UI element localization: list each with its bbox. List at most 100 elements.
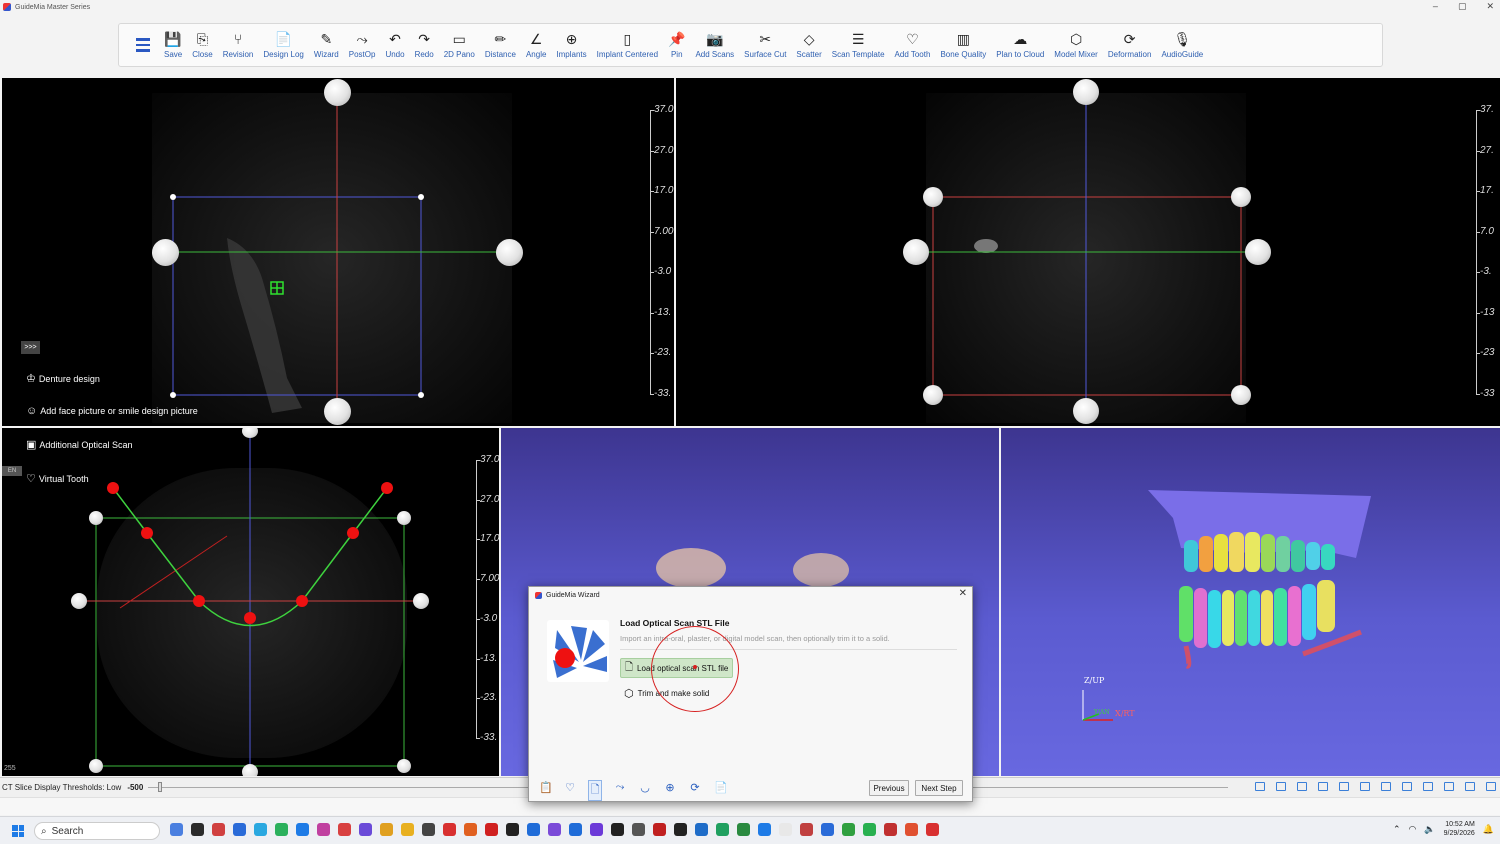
step-report-icon[interactable]: 📄 xyxy=(714,781,728,800)
taskbar-app-icon[interactable] xyxy=(884,823,897,836)
layout-icon[interactable] xyxy=(1255,782,1265,791)
axial-handle-bottom[interactable] xyxy=(242,764,258,776)
taskbar-app-icon[interactable] xyxy=(485,823,498,836)
layout-icon[interactable] xyxy=(1486,782,1496,791)
distance-button[interactable]: ✏ Distance xyxy=(480,25,521,65)
taskbar-search[interactable]: ⌕ Search xyxy=(34,822,160,840)
layout-icon[interactable] xyxy=(1444,782,1454,791)
viewport-coronal[interactable]: 37. 27. 17. 7.0 -3. -13 -23 -33 xyxy=(676,78,1500,426)
surface-cut-button[interactable]: ✂ Surface Cut xyxy=(739,25,791,65)
taskbar-app-icon[interactable] xyxy=(842,823,855,836)
taskbar-app-icon[interactable] xyxy=(548,823,561,836)
taskbar-app-icon[interactable] xyxy=(653,823,666,836)
design-log-button[interactable]: 📄 Design Log xyxy=(258,25,308,65)
step-clipboard-icon[interactable]: 📋 xyxy=(539,781,553,800)
bone-quality-button[interactable]: ▥ Bone Quality xyxy=(935,25,991,65)
taskbar-app-icon[interactable] xyxy=(590,823,603,836)
taskbar-app-icon[interactable] xyxy=(254,823,267,836)
taskbar-app-icon[interactable] xyxy=(905,823,918,836)
side-menu-expander[interactable]: >>> xyxy=(21,341,40,354)
taskbar-app-icon[interactable] xyxy=(422,823,435,836)
taskbar-app-icon[interactable] xyxy=(338,823,351,836)
taskbar-app-icon[interactable] xyxy=(317,823,330,836)
taskbar-app-icon[interactable] xyxy=(170,823,183,836)
axial-handle-right[interactable] xyxy=(413,593,429,609)
axial-corner-br[interactable] xyxy=(397,759,411,773)
next-step-button[interactable]: Next Step xyxy=(915,780,963,796)
model-mixer-button[interactable]: ⬡ Model Mixer xyxy=(1049,25,1103,65)
step-implant-icon[interactable]: ⊕ xyxy=(664,781,676,800)
taskbar-app-icon[interactable] xyxy=(779,823,792,836)
step-tooth-icon[interactable]: ♡ xyxy=(564,781,576,800)
taskbar-app-icon[interactable] xyxy=(758,823,771,836)
audioguide-button[interactable]: 🎙 AudioGuide xyxy=(1156,25,1208,65)
scatter-button[interactable]: ◇ Scatter xyxy=(791,25,826,65)
start-button-icon[interactable] xyxy=(12,825,24,837)
taskbar-app-icon[interactable] xyxy=(443,823,456,836)
taskbar-app-icon[interactable] xyxy=(212,823,225,836)
threshold-slider-handle[interactable] xyxy=(158,782,162,792)
taskbar-app-icon[interactable] xyxy=(464,823,477,836)
taskbar-app-icon[interactable] xyxy=(737,823,750,836)
layout-icon[interactable] xyxy=(1318,782,1328,791)
taskbar-app-icon[interactable] xyxy=(632,823,645,836)
layout-icon[interactable] xyxy=(1381,782,1391,791)
coronal-corner-tr[interactable] xyxy=(1231,187,1251,207)
taskbar-app-icon[interactable] xyxy=(191,823,204,836)
layout-icon[interactable] xyxy=(1339,782,1349,791)
viewport-sagittal[interactable]: 37.0 27.0 17.0 7.00 -3.0 -13. -23. -33. xyxy=(2,78,674,426)
layout-icon[interactable] xyxy=(1360,782,1370,791)
coronal-corner-tl[interactable] xyxy=(923,187,943,207)
dialog-close-button[interactable]: ✕ xyxy=(959,588,967,599)
implant-centered-button[interactable]: ▯ Implant Centered xyxy=(592,25,663,65)
taskbar-app-icon[interactable] xyxy=(233,823,246,836)
taskbar-clock[interactable]: 10:52 AM 9/29/2026 xyxy=(1444,820,1475,838)
taskbar-app-icon[interactable] xyxy=(821,823,834,836)
wifi-icon[interactable]: ◠ xyxy=(1409,824,1417,835)
taskbar-app-icon[interactable] xyxy=(275,823,288,836)
close-button[interactable]: ⎘ Close xyxy=(187,25,217,65)
layout-icon[interactable] xyxy=(1423,782,1433,791)
side-item-virtual-tooth[interactable]: ♡ Virtual Tooth xyxy=(26,472,89,485)
coronal-handle-top[interactable] xyxy=(1073,79,1099,105)
deformation-button[interactable]: ⟳ Deformation xyxy=(1103,25,1157,65)
side-item-denture-design[interactable]: ♔ Denture design xyxy=(26,372,100,385)
pin-button[interactable]: 📌 Pin xyxy=(663,25,690,65)
angle-button[interactable]: ∠ Angle xyxy=(521,25,551,65)
add-scans-button[interactable]: 📷 Add Scans xyxy=(690,25,739,65)
taskbar-app-icon[interactable] xyxy=(296,823,309,836)
redo-button[interactable]: ↷ Redo xyxy=(410,25,439,65)
taskbar-app-icon[interactable] xyxy=(401,823,414,836)
side-item-additional-optical-scan[interactable]: ▣ Additional Optical Scan xyxy=(26,438,132,451)
sagittal-handle-top[interactable] xyxy=(324,79,351,106)
step-route-icon[interactable]: ⤳ xyxy=(614,781,626,800)
wizard-button[interactable]: ✎ Wizard xyxy=(309,25,344,65)
taskbar-app-icon[interactable] xyxy=(926,823,939,836)
implants-button[interactable]: ⊕ Implants xyxy=(551,25,591,65)
layout-icon[interactable] xyxy=(1465,782,1475,791)
side-item-face-picture[interactable]: ☺ Add face picture or smile design pictu… xyxy=(26,405,198,417)
layout-icon[interactable] xyxy=(1402,782,1412,791)
postop-button[interactable]: ⤳ PostOp xyxy=(344,25,381,65)
layout-icon[interactable] xyxy=(1276,782,1286,791)
minimize-button[interactable]: – xyxy=(1433,1,1438,12)
axial-handle-left[interactable] xyxy=(71,593,87,609)
taskbar-app-icon[interactable] xyxy=(800,823,813,836)
taskbar-app-icon[interactable] xyxy=(611,823,624,836)
hamburger-menu-icon[interactable] xyxy=(127,25,159,65)
previous-button[interactable]: Previous xyxy=(869,780,909,796)
axial-corner-tr[interactable] xyxy=(397,511,411,525)
layout-icon[interactable] xyxy=(1297,782,1307,791)
taskbar-app-icon[interactable] xyxy=(569,823,582,836)
add-tooth-button[interactable]: ♡ Add Tooth xyxy=(890,25,936,65)
taskbar-app-icon[interactable] xyxy=(695,823,708,836)
taskbar-app-icon[interactable] xyxy=(674,823,687,836)
sagittal-handle-right[interactable] xyxy=(496,239,523,266)
viewport-3d-model[interactable]: Z/UP X/RT Y/AN xyxy=(1001,428,1500,776)
chevron-up-icon[interactable]: ⌃ xyxy=(1393,824,1401,835)
plan-to-cloud-button[interactable]: ☁ Plan to Cloud xyxy=(991,25,1049,65)
coronal-handle-left[interactable] xyxy=(903,239,929,265)
coronal-handle-right[interactable] xyxy=(1245,239,1271,265)
step-refresh-icon[interactable]: ⟳ xyxy=(689,781,701,800)
coronal-handle-bottom[interactable] xyxy=(1073,398,1099,424)
